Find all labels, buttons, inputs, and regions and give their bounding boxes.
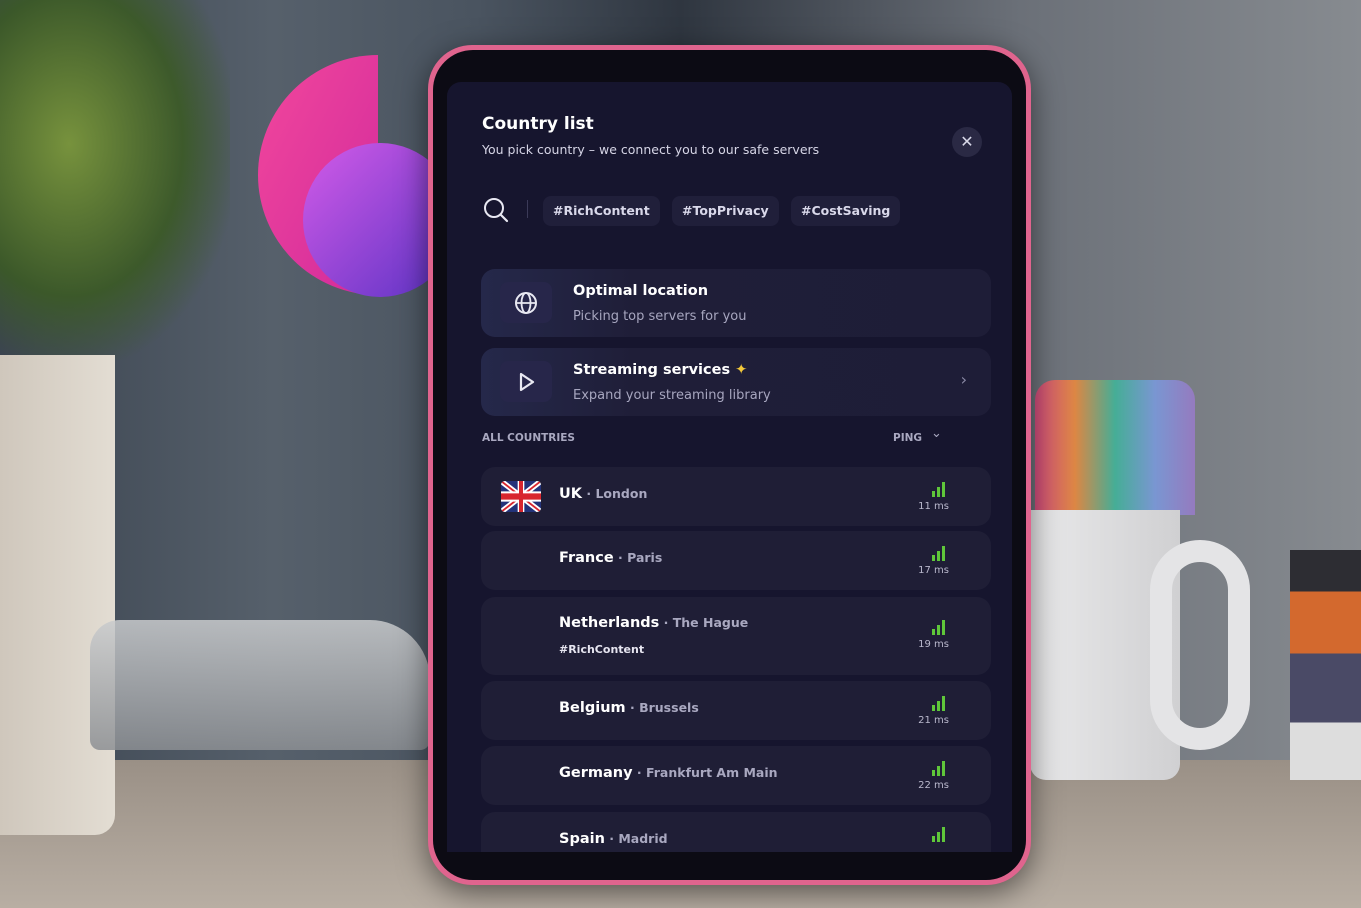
ping-value: 11 ms [918, 501, 949, 512]
country-name-text: France [559, 550, 614, 566]
chevron-down-icon[interactable]: ⌄ [931, 426, 942, 441]
page-subtitle: You pick country – we connect you to our… [482, 142, 820, 157]
country-name-text: Germany [559, 765, 633, 781]
signal-icon [932, 482, 945, 497]
tablet-frame: Country list You pick country – we conne… [428, 45, 1031, 885]
sparkle-icon: ✦ [735, 362, 748, 378]
country-list-panel: Country list You pick country – we conne… [447, 82, 1012, 852]
country-name-text: Belgium [559, 700, 626, 716]
country-row-belgium[interactable]: Belgium · Brussels 21 ms [481, 681, 991, 740]
signal-icon [932, 546, 945, 561]
flag-icon [501, 695, 541, 726]
ping-value: 21 ms [918, 715, 949, 726]
ping-value: 17 ms [918, 565, 949, 576]
country-row-france[interactable]: France · Paris 17 ms [481, 531, 991, 590]
country-name-text: UK [559, 486, 583, 502]
country-name-text: Netherlands [559, 615, 660, 631]
page-title: Country list [482, 114, 594, 134]
country-row-netherlands[interactable]: Netherlands · The Hague #RichContent 19 … [481, 597, 991, 675]
flag-icon [501, 481, 541, 512]
flag-icon [501, 545, 541, 576]
city-separator: · [604, 831, 619, 846]
card-subtitle: Expand your streaming library [573, 388, 771, 403]
background-plant [0, 0, 230, 360]
globe-icon [500, 282, 552, 323]
background-toy-car [90, 620, 430, 750]
country-name: UK · London [559, 486, 647, 502]
country-row-uk[interactable]: UK · London 11 ms [481, 467, 991, 526]
country-name-text: Spain [559, 831, 605, 847]
ping-value: 22 ms [918, 780, 949, 791]
city-separator: · [659, 615, 673, 630]
sort-ping-button[interactable]: PING [893, 432, 922, 444]
chevron-right-icon: › [960, 370, 967, 389]
city-name: Brussels [639, 700, 699, 715]
divider [527, 200, 528, 218]
city-name: The Hague [672, 615, 749, 630]
city-separator: · [613, 550, 628, 565]
country-row-spain[interactable]: Spain · Madrid [481, 812, 991, 852]
country-name: France · Paris [559, 550, 662, 566]
streaming-services-card[interactable]: Streaming services ✦ Expand your streami… [481, 348, 991, 416]
close-button[interactable]: ✕ [952, 127, 982, 157]
card-title-text: Streaming services [573, 362, 731, 378]
country-tag: #RichContent [559, 643, 645, 656]
country-name: Spain · Madrid [559, 831, 668, 847]
section-label: ALL COUNTRIES [482, 432, 575, 444]
country-row-germany[interactable]: Germany · Frankfurt Am Main 22 ms [481, 746, 991, 805]
country-name: Netherlands · The Hague [559, 615, 748, 631]
background-markers [1035, 380, 1195, 515]
card-subtitle: Picking top servers for you [573, 309, 747, 324]
city-name: London [595, 486, 648, 501]
tag-topprivacy[interactable]: #TopPrivacy [672, 196, 779, 226]
card-title: Optimal location [573, 283, 709, 299]
background-books [1290, 550, 1361, 780]
city-separator: · [582, 486, 596, 501]
city-name: Frankfurt Am Main [646, 765, 778, 780]
tag-richcontent[interactable]: #RichContent [543, 196, 660, 226]
signal-icon [932, 620, 945, 635]
country-name: Germany · Frankfurt Am Main [559, 765, 778, 781]
play-icon [500, 361, 552, 402]
background-mug-handle [1150, 540, 1250, 750]
flag-icon [501, 826, 541, 852]
background-pot [0, 355, 115, 835]
ping-value: 19 ms [918, 639, 949, 650]
city-separator: · [625, 700, 640, 715]
country-name: Belgium · Brussels [559, 700, 699, 716]
optimal-location-card[interactable]: Optimal location Picking top servers for… [481, 269, 991, 337]
tag-costsaving[interactable]: #CostSaving [791, 196, 901, 226]
city-separator: · [632, 765, 647, 780]
search-icon[interactable] [482, 196, 510, 224]
city-name: Paris [627, 550, 663, 565]
city-name: Madrid [618, 831, 668, 846]
flag-icon [501, 621, 541, 652]
close-icon: ✕ [960, 132, 974, 151]
signal-icon [932, 761, 945, 776]
card-title: Streaming services ✦ [573, 362, 747, 378]
flag-icon [501, 760, 541, 791]
signal-icon [932, 827, 945, 842]
signal-icon [932, 696, 945, 711]
